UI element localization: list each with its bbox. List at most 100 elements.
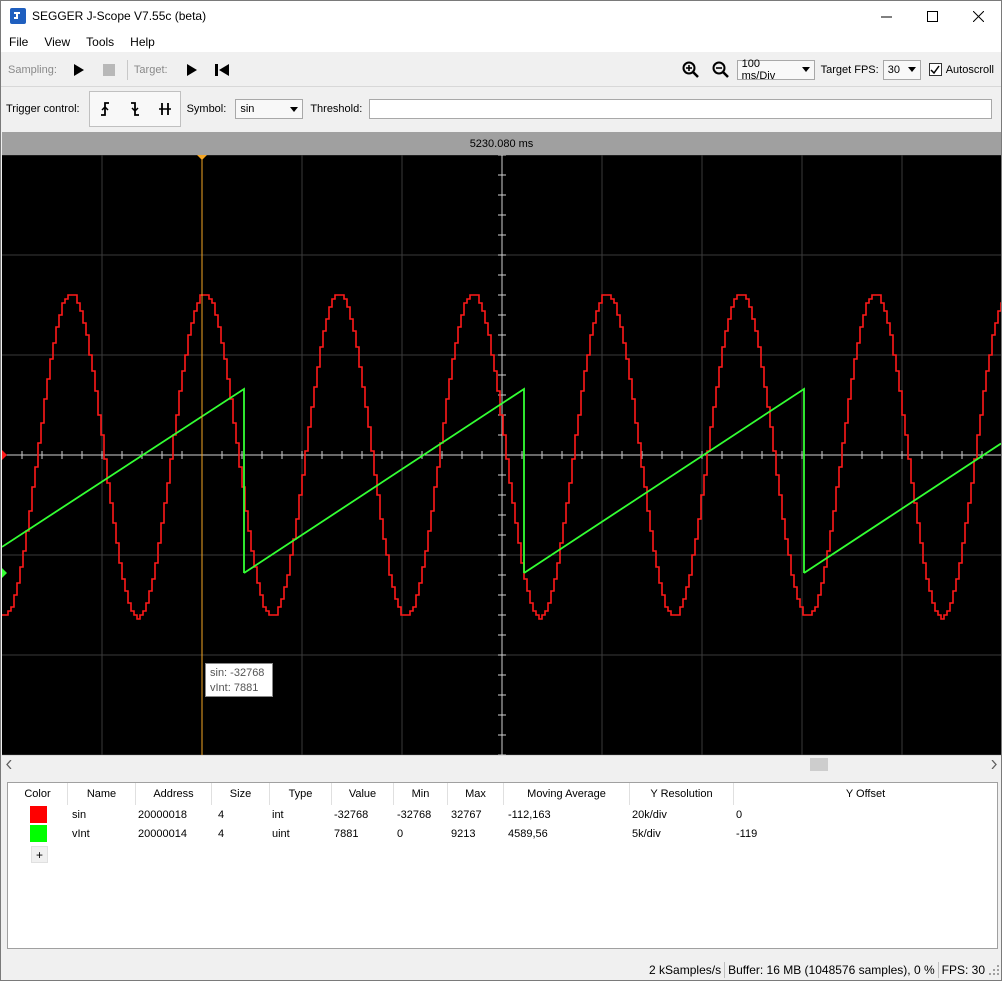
menu-view[interactable]: View	[36, 35, 78, 49]
table-row-vint[interactable]	[30, 824, 47, 843]
col-header-address[interactable]: Address	[136, 783, 212, 805]
zoom-out-icon[interactable]	[709, 58, 733, 82]
time-readout: 5230.080 ms	[469, 137, 534, 150]
add-channel-button[interactable]: +	[31, 846, 48, 863]
jscope-app-icon	[10, 8, 26, 24]
minimize-button[interactable]	[863, 1, 909, 31]
threshold-input[interactable]	[369, 99, 993, 119]
trigger-control-label: Trigger control:	[6, 103, 80, 115]
cell-max: 9213	[451, 827, 476, 840]
channel-table: Color Name Address Size Type Value Min M…	[7, 782, 998, 949]
cell-y-resolution[interactable]: 5k/div	[632, 824, 661, 843]
cursor-marker-icon	[197, 155, 207, 160]
falling-edge-trigger-icon[interactable]	[120, 92, 150, 126]
col-header-y-offset[interactable]: Y Offset	[734, 783, 997, 805]
cell-type: uint	[272, 827, 290, 840]
chevron-down-icon	[290, 106, 299, 112]
menu-bar: File View Tools Help	[1, 31, 1001, 52]
fps-status: FPS: 30	[941, 963, 985, 977]
autoscroll-checkbox[interactable]	[928, 63, 942, 76]
cell-moving-average: 4589,56	[508, 827, 548, 840]
stop-sampling-icon[interactable]	[97, 58, 121, 82]
col-header-color[interactable]: Color	[8, 783, 68, 805]
cell-size: 4	[218, 827, 225, 840]
scope-graph-svg	[1, 154, 1002, 756]
scroll-left-arrow-icon[interactable]	[6, 760, 12, 769]
cell-type: int	[272, 808, 284, 821]
cell-size: 4	[218, 808, 225, 821]
toolbar-divider	[126, 59, 128, 80]
cell-address: 20000018	[138, 808, 187, 821]
col-header-name[interactable]: Name	[68, 783, 136, 805]
rising-edge-trigger-icon[interactable]	[90, 92, 120, 126]
plot-horizontal-scrollbar[interactable]	[2, 755, 1001, 772]
cell-moving-average: -112,163	[508, 808, 551, 821]
trigger-symbol-value: sin	[240, 103, 255, 115]
cell-address: 20000014	[138, 827, 187, 840]
cell-name: vInt	[72, 827, 90, 840]
cell-min: -32768	[397, 808, 432, 821]
cursor-tooltip: sin: -32768 vInt: 7881	[205, 663, 273, 697]
cell-y-resolution[interactable]: 20k/div	[632, 805, 667, 824]
time-per-div-value: 100 ms/Div	[741, 57, 776, 82]
start-sampling-play-icon[interactable]	[67, 58, 91, 82]
trigger-toolbar: Trigger control: Symbol: sin Threshold:	[1, 89, 1001, 129]
status-divider	[937, 962, 939, 978]
menu-tools[interactable]: Tools	[78, 35, 122, 49]
col-header-y-resolution[interactable]: Y Resolution	[630, 783, 734, 805]
sin-offset-marker-icon	[2, 450, 7, 460]
resize-grip-icon[interactable]	[989, 965, 999, 975]
zoom-in-icon[interactable]	[679, 58, 703, 82]
target-fps-select[interactable]: 30	[882, 59, 921, 80]
cell-value: 7881	[334, 827, 359, 840]
scope-plot[interactable]	[1, 154, 1002, 756]
cell-name: sin	[72, 808, 87, 821]
tooltip-sin-value: sin: -32768	[210, 667, 265, 679]
target-run-play-icon[interactable]	[180, 58, 204, 82]
threshold-label: Threshold:	[310, 103, 363, 115]
col-header-max[interactable]: Max	[448, 783, 504, 805]
col-header-min[interactable]: Min	[394, 783, 448, 805]
target-fps-label: Target FPS:	[820, 63, 879, 76]
title-bar: SEGGER J-Scope V7.55c (beta)	[1, 1, 1001, 31]
scroll-right-arrow-icon[interactable]	[991, 760, 997, 769]
target-fps-value: 30	[887, 63, 900, 76]
main-toolbar: Sampling: Target: 100 ms/Div Target FPS:…	[1, 53, 1001, 87]
table-row-sin[interactable]	[30, 805, 47, 824]
trigger-symbol-select[interactable]: sin	[235, 99, 304, 119]
status-bar: 2 kSamples/s Buffer: 16 MB (1048576 samp…	[1, 959, 1001, 981]
col-header-size[interactable]: Size	[212, 783, 270, 805]
symbol-label: Symbol:	[186, 103, 227, 115]
cell-y-offset[interactable]: -119	[736, 824, 757, 843]
window-title: SEGGER J-Scope V7.55c (beta)	[32, 9, 207, 23]
col-header-moving-average[interactable]: Moving Average	[504, 783, 630, 805]
status-divider	[724, 962, 726, 978]
autoscroll-label: Autoscroll	[945, 63, 994, 76]
menu-help[interactable]: Help	[122, 35, 163, 49]
tooltip-vint-value: vInt: 7881	[210, 682, 259, 694]
menu-file[interactable]: File	[1, 35, 36, 49]
time-readout-bar: 5230.080 ms	[2, 132, 1001, 155]
chevron-down-icon	[801, 67, 810, 72]
cell-max: 32767	[451, 808, 482, 821]
vint-offset-marker-icon	[2, 568, 7, 578]
col-header-type[interactable]: Type	[270, 783, 332, 805]
cell-y-offset[interactable]: 0	[736, 805, 742, 824]
buffer-status: Buffer: 16 MB (1048576 samples), 0 %	[728, 963, 935, 977]
chevron-down-icon	[907, 67, 916, 72]
sampling-label: Sampling:	[8, 63, 57, 76]
close-button[interactable]	[955, 1, 1001, 31]
maximize-button[interactable]	[909, 1, 955, 31]
time-per-div-select[interactable]: 100 ms/Div	[736, 57, 815, 82]
channel-color-swatch[interactable]	[30, 806, 47, 823]
scrollbar-thumb[interactable]	[810, 758, 828, 771]
both-edges-trigger-icon[interactable]	[150, 92, 180, 126]
channel-color-swatch[interactable]	[30, 825, 47, 842]
cell-value: -32768	[334, 808, 369, 821]
trigger-mode-group	[88, 91, 181, 127]
jscope-window: SEGGER J-Scope V7.55c (beta) File View T…	[0, 0, 1002, 981]
target-label: Target:	[133, 63, 168, 76]
cell-min: 0	[397, 827, 404, 840]
target-reset-icon[interactable]	[210, 58, 234, 82]
col-header-value[interactable]: Value	[332, 783, 394, 805]
